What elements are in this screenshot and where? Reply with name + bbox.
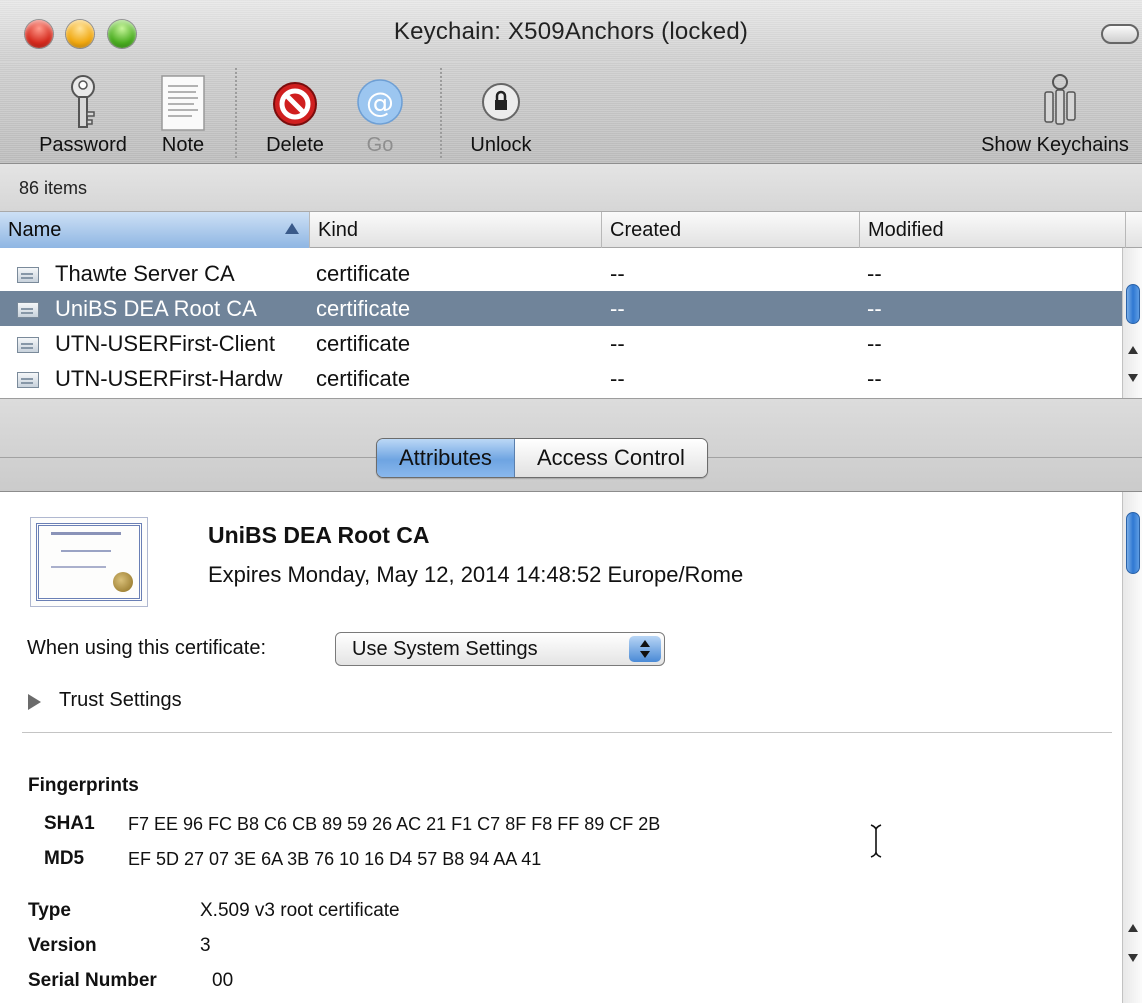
type-value: X.509 v3 root certificate: [200, 900, 400, 921]
sha1-label: SHA1: [44, 813, 95, 834]
go-button[interactable]: @ Go: [348, 62, 412, 164]
row-kind: certificate: [316, 261, 411, 286]
sort-ascending-icon: [285, 223, 299, 234]
certificate-expiry: Expires Monday, May 12, 2014 14:48:52 Eu…: [208, 562, 744, 587]
show-keychains-button-label: Show Keychains: [981, 134, 1129, 156]
scroll-down-arrow-icon[interactable]: [1128, 954, 1138, 962]
trust-settings-label[interactable]: Trust Settings: [59, 689, 182, 712]
go-button-label: Go: [366, 134, 394, 156]
row-modified: --: [867, 366, 882, 391]
certificate-icon: [17, 267, 39, 283]
trust-policy-value: Use System Settings: [352, 638, 538, 660]
sha1-value: F7 EE 96 FC B8 C6 CB 89 59 26 AC 21 F1 C…: [128, 814, 661, 834]
md5-value: EF 5D 27 07 3E 6A 3B 76 10 16 D4 57 B8 9…: [128, 849, 542, 869]
keychain-items-table: Thawte Server CA certificate -- -- UniBS…: [0, 248, 1122, 398]
lock-icon: [482, 83, 520, 121]
row-kind: certificate: [316, 331, 411, 356]
certificate-icon: [30, 517, 148, 607]
note-button-label: Note: [161, 134, 205, 156]
row-name: UTN-USERFirst-Hardw: [55, 366, 283, 391]
scroll-up-arrow-icon[interactable]: [1128, 924, 1138, 932]
scroll-down-arrow-icon[interactable]: [1128, 374, 1138, 382]
key-icon: [71, 75, 95, 128]
password-button-label: Password: [39, 134, 127, 156]
keychain-icon: [1044, 74, 1076, 125]
column-header-modified-label: Modified: [868, 219, 944, 241]
delete-icon: [273, 82, 317, 126]
version-label: Version: [28, 935, 97, 956]
row-modified: --: [867, 331, 882, 356]
trust-policy-select[interactable]: Use System Settings: [335, 632, 665, 666]
tab-attributes[interactable]: Attributes: [377, 439, 515, 477]
detail-tabs: Attributes Access Control: [376, 438, 708, 478]
detail-pane: UniBS DEA Root CA Expires Monday, May 12…: [0, 492, 1122, 1003]
column-header-modified[interactable]: Modified: [860, 212, 1126, 248]
column-header-kind-label: Kind: [318, 219, 359, 241]
row-created: --: [610, 366, 625, 391]
row-kind: certificate: [316, 366, 411, 391]
certificate-icon: [17, 372, 39, 388]
item-count: 86 items: [19, 178, 88, 198]
detail-scrollbar[interactable]: [1122, 492, 1142, 1003]
row-kind: certificate: [316, 296, 411, 321]
unlock-button[interactable]: Unlock: [460, 62, 542, 164]
table-scrollbar[interactable]: [1122, 248, 1142, 398]
toolbar-toggle-button[interactable]: [1101, 24, 1139, 44]
password-button[interactable]: Password: [30, 62, 136, 164]
row-modified: --: [867, 296, 882, 321]
row-name: UTN-USERFirst-Client: [55, 331, 275, 356]
disclosure-triangle-icon[interactable]: [28, 694, 41, 710]
row-created: --: [610, 261, 625, 286]
type-label: Type: [28, 900, 71, 921]
serial-number-label: Serial Number: [28, 970, 157, 991]
ibeam-cursor-icon: [870, 824, 882, 858]
go-at-icon: @: [357, 79, 403, 125]
row-name: Thawte Server CA: [55, 261, 235, 286]
row-created: --: [610, 296, 625, 321]
row-name: UniBS DEA Root CA: [55, 296, 257, 321]
scroll-up-arrow-icon[interactable]: [1128, 346, 1138, 354]
table-row-selected[interactable]: UniBS DEA Root CA certificate -- --: [0, 291, 1122, 326]
certificate-name: UniBS DEA Root CA: [208, 522, 430, 548]
column-header-name-label: Name: [8, 219, 62, 241]
toolbar-separator: [235, 68, 237, 158]
tab-access-control[interactable]: Access Control: [514, 439, 707, 477]
svg-text:@: @: [366, 86, 394, 119]
delete-button[interactable]: Delete: [256, 62, 334, 164]
row-created: --: [610, 331, 625, 356]
version-value: 3: [200, 935, 211, 956]
column-header-created[interactable]: Created: [602, 212, 860, 248]
detail-scroll-thumb[interactable]: [1126, 512, 1140, 574]
note-button[interactable]: Note: [152, 62, 214, 164]
serial-number-value: 00: [212, 970, 234, 991]
when-using-label: When using this certificate:: [27, 637, 266, 659]
show-keychains-button[interactable]: Show Keychains: [968, 62, 1142, 164]
unlock-button-label: Unlock: [470, 134, 532, 156]
delete-button-label: Delete: [266, 134, 324, 156]
toolbar: Password Note Delete @ Go Unlock Show Ke…: [0, 62, 1142, 164]
status-bar: 86 items: [0, 164, 1142, 212]
table-header: Name Kind Created Modified: [0, 212, 1142, 248]
window-title: Keychain: X509Anchors (locked): [393, 18, 749, 45]
divider: [22, 732, 1112, 733]
column-header-name[interactable]: Name: [0, 212, 310, 248]
row-modified: --: [867, 261, 882, 286]
column-header-created-label: Created: [610, 219, 682, 241]
table-row[interactable]: UTN-USERFirst-Client certificate -- --: [0, 326, 1122, 361]
note-icon: [161, 75, 205, 131]
popup-arrows-icon: [629, 636, 661, 662]
column-header-kind[interactable]: Kind: [310, 212, 602, 248]
certificate-icon: [17, 337, 39, 353]
table-row[interactable]: Thawte Server CA certificate -- --: [0, 256, 1122, 291]
table-scroll-thumb[interactable]: [1126, 284, 1140, 324]
certificate-icon: [17, 302, 39, 318]
fingerprints-heading: Fingerprints: [28, 775, 139, 796]
md5-label: MD5: [44, 848, 85, 869]
table-row[interactable]: UTN-USERFirst-Hardw certificate -- --: [0, 361, 1122, 396]
title-bar[interactable]: Keychain: X509Anchors (locked): [0, 0, 1142, 62]
toolbar-separator: [440, 68, 442, 158]
